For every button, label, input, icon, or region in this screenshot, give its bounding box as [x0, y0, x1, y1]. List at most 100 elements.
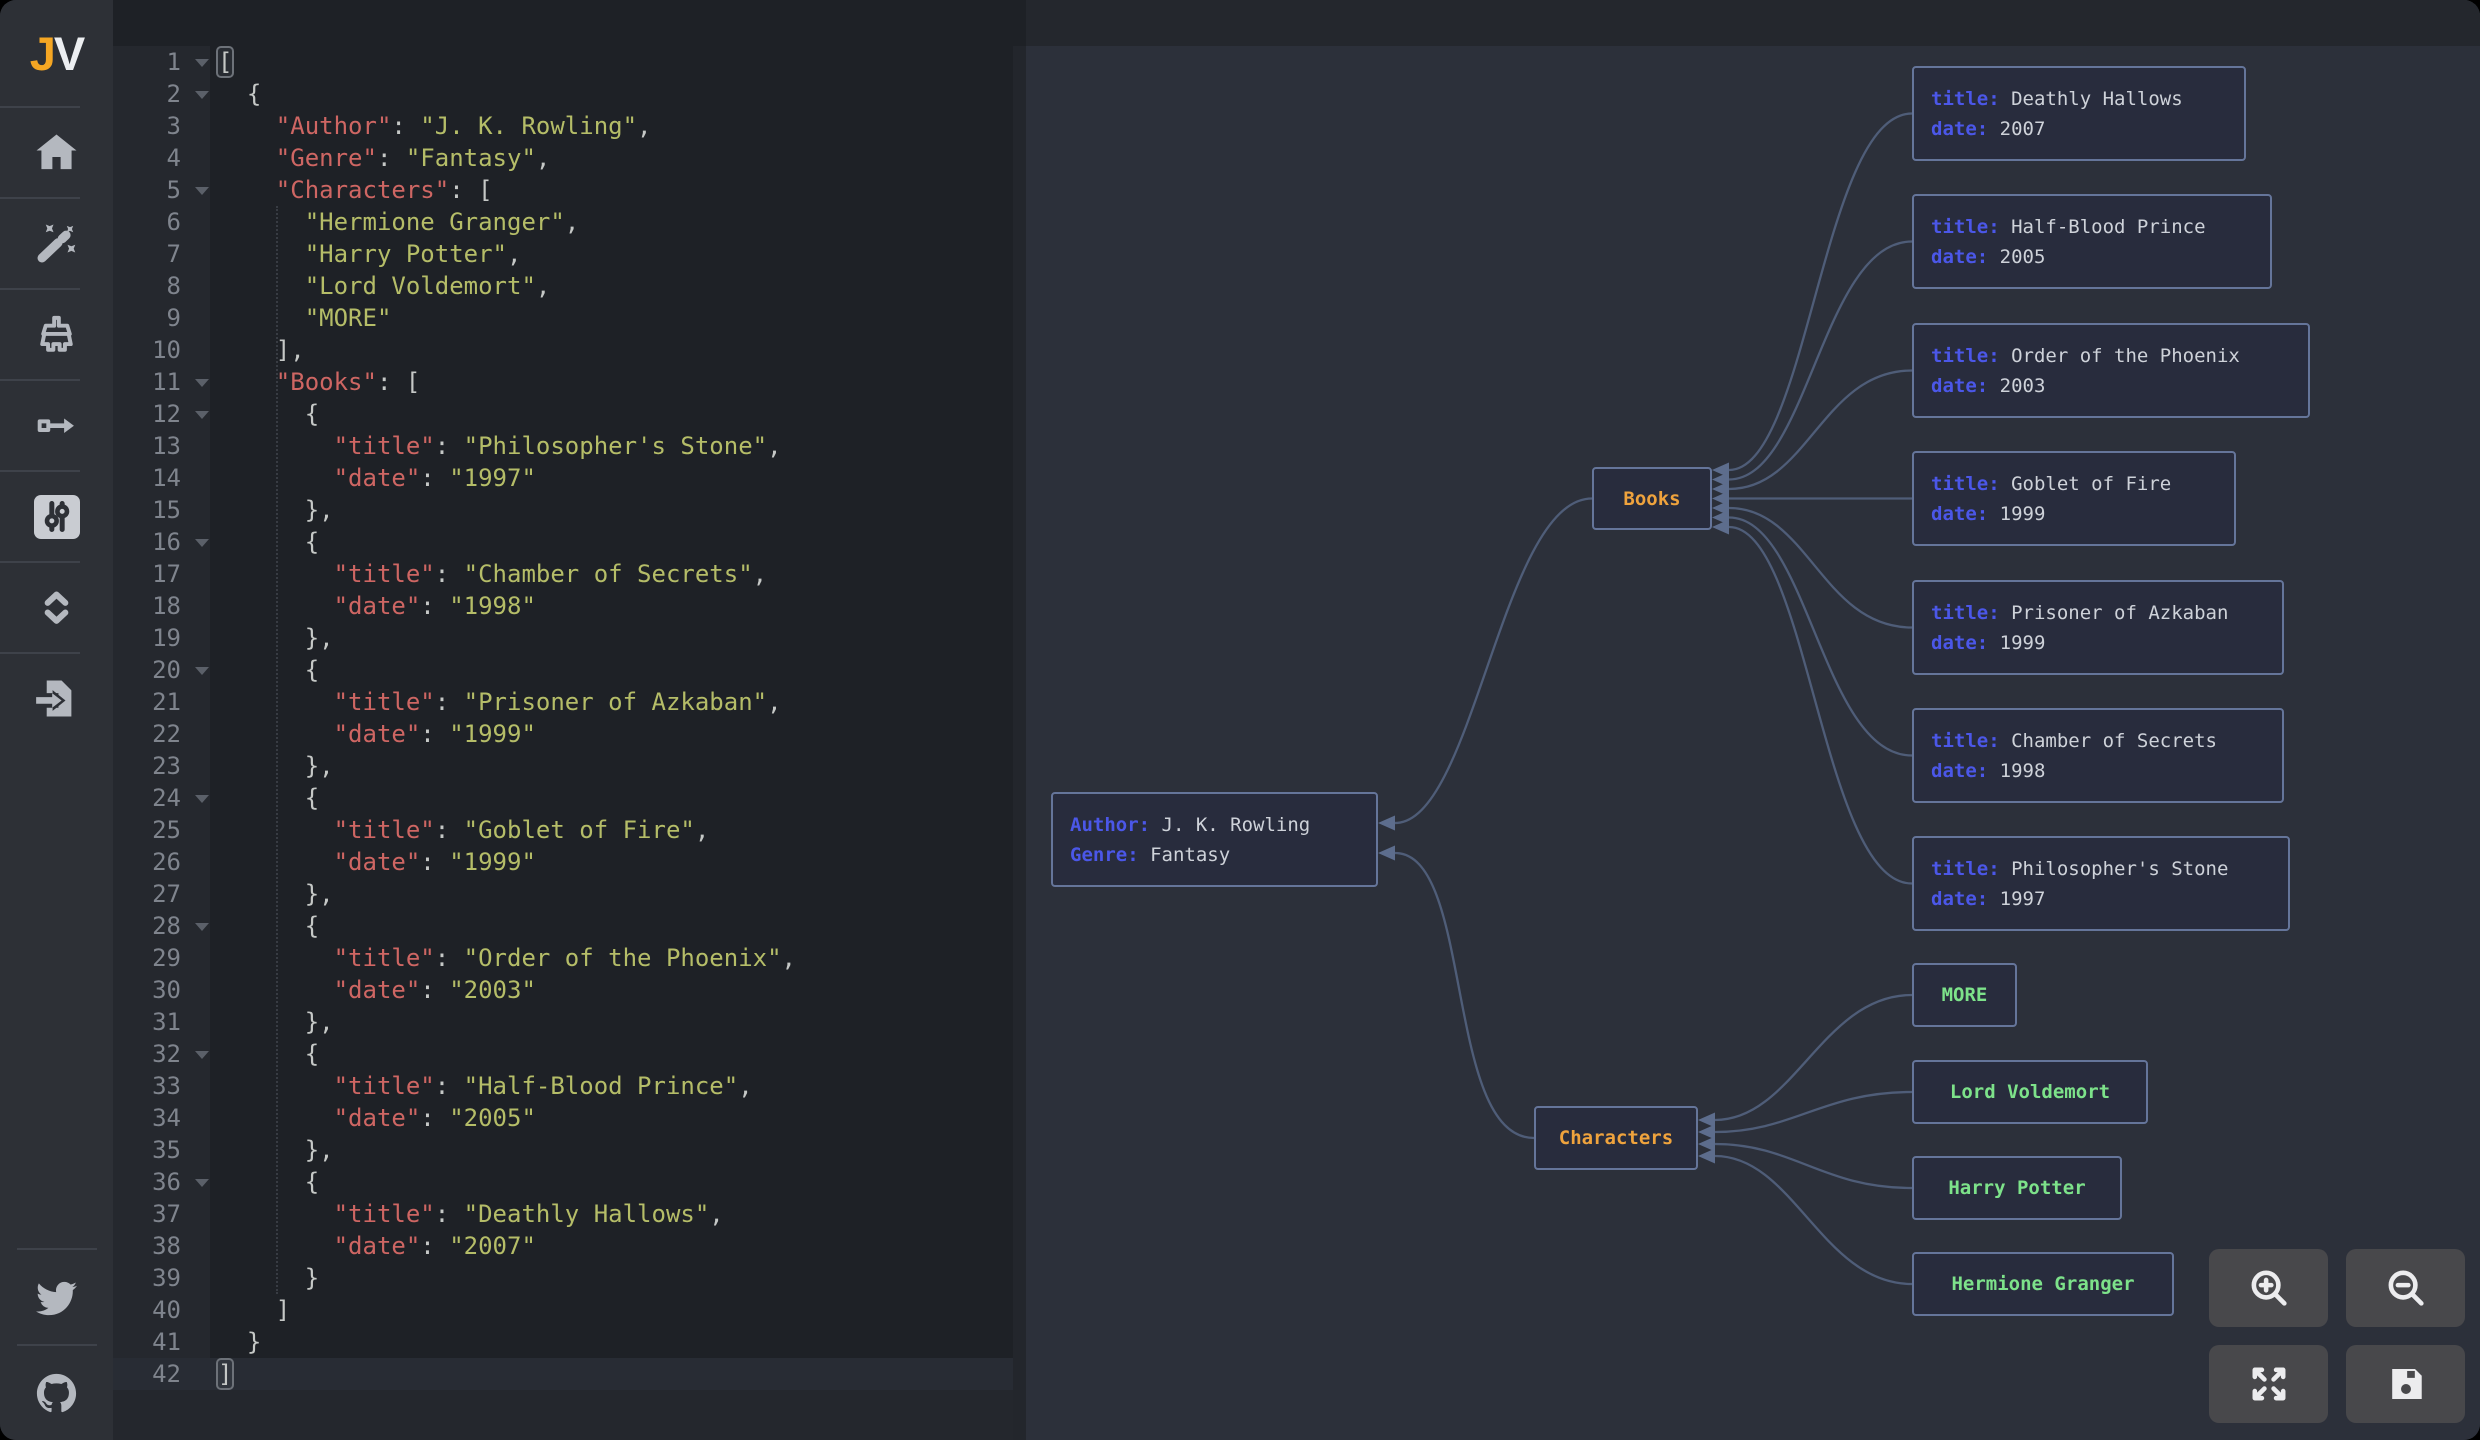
json-punctuation — [218, 240, 305, 268]
sidebar-item-layout-direction[interactable] — [0, 381, 113, 470]
graph-node-char-more[interactable]: MORE — [1912, 963, 2017, 1027]
node-row: Genre: Fantasy — [1053, 840, 1376, 870]
graph-node-book-deathly-hallows[interactable]: title: Deathly Hallowsdate: 2007 — [1912, 66, 2246, 161]
active-item-highlight — [34, 495, 80, 539]
editor-line-6: 6 "Hermione Granger", — [113, 206, 1013, 238]
json-key: "title" — [334, 560, 435, 588]
node-value: 1998 — [1988, 760, 2045, 782]
node-value: 2005 — [1988, 246, 2045, 268]
fold-toggle-icon[interactable] — [195, 59, 209, 67]
node-key: title: — [1931, 216, 2000, 238]
json-punctuation: , — [709, 1200, 723, 1228]
json-punctuation: : — [435, 560, 464, 588]
line-content: "title": "Deathly Hallows", — [218, 1198, 724, 1230]
json-key: "date" — [334, 720, 421, 748]
fold-toggle-icon[interactable] — [195, 1051, 209, 1059]
editor-line-17: 17 "title": "Chamber of Secrets", — [113, 558, 1013, 590]
json-punctuation: ] — [218, 1360, 232, 1388]
edge-arrowhead — [1698, 1137, 1715, 1152]
json-punctuation: , — [507, 240, 521, 268]
line-content: { — [218, 526, 319, 558]
json-punctuation — [218, 144, 276, 172]
fold-toggle-icon[interactable] — [195, 923, 209, 931]
editor-line-11: 11 "Books": [ — [113, 366, 1013, 398]
graph-node-book-chamber-of-secrets[interactable]: title: Chamber of Secretsdate: 1998 — [1912, 708, 2284, 803]
json-editor-pane[interactable]: 1[2 {3 "Author": "J. K. Rowling",4 "Genr… — [113, 0, 1026, 1440]
node-row: date: 2003 — [1914, 371, 2308, 401]
json-key: "date" — [334, 592, 421, 620]
edge-books-to-root — [1395, 499, 1592, 824]
node-row: title: Philosopher's Stone — [1914, 854, 2288, 884]
line-number: 9 — [113, 302, 181, 334]
graph-node-char-harry-potter[interactable]: Harry Potter — [1912, 1156, 2122, 1220]
graph-node-characters[interactable]: Characters — [1534, 1106, 1698, 1170]
zoom-out-button[interactable] — [2346, 1249, 2465, 1327]
line-number: 32 — [113, 1038, 181, 1070]
editor-line-26: 26 "date": "1999" — [113, 846, 1013, 878]
fold-toggle-icon[interactable] — [195, 795, 209, 803]
line-content: ], — [218, 334, 305, 366]
sidebar-item-twitter[interactable] — [0, 1250, 113, 1344]
json-key: "Characters" — [276, 176, 449, 204]
sidebar-item-clean-brush[interactable] — [0, 290, 113, 379]
edge-arrowhead — [1378, 846, 1395, 861]
json-string: "J. K. Rowling" — [420, 112, 637, 140]
home-icon — [33, 129, 80, 176]
json-punctuation — [218, 1200, 334, 1228]
node-key: date: — [1931, 632, 1988, 654]
edge-arrowhead — [1698, 1113, 1715, 1128]
fold-toggle-icon[interactable] — [195, 539, 209, 547]
line-number: 19 — [113, 622, 181, 654]
fold-toggle-icon[interactable] — [195, 379, 209, 387]
sidebar-item-collapse-expand[interactable] — [0, 563, 113, 652]
json-punctuation — [218, 208, 305, 236]
editor-line-21: 21 "title": "Prisoner of Azkaban", — [113, 686, 1013, 718]
json-punctuation — [218, 112, 276, 140]
graph-node-book-half-blood-prince[interactable]: title: Half-Blood Princedate: 2005 — [1912, 194, 2272, 289]
fold-toggle-icon[interactable] — [195, 91, 209, 99]
app-logo[interactable]: JV — [30, 0, 84, 106]
json-punctuation: , — [782, 944, 796, 972]
node-value: 1999 — [1988, 632, 2045, 654]
fullscreen-button[interactable] — [2209, 1345, 2328, 1423]
graph-node-books[interactable]: Books — [1592, 467, 1712, 530]
fold-toggle-icon[interactable] — [195, 187, 209, 195]
editor-line-29: 29 "title": "Order of the Phoenix", — [113, 942, 1013, 974]
line-number: 8 — [113, 270, 181, 302]
graph-node-book-philosophers-stone[interactable]: title: Philosopher's Stonedate: 1997 — [1912, 836, 2290, 931]
sidebar-item-home[interactable] — [0, 108, 113, 197]
sidebar-item-auto-format-wand[interactable] — [0, 199, 113, 288]
graph-canvas[interactable]: Author: J. K. RowlingGenre: Fantasy Books… — [1026, 0, 2480, 1440]
graph-node-char-lord-voldemort[interactable]: Lord Voldemort — [1912, 1060, 2148, 1124]
node-value: 1999 — [1988, 503, 2045, 525]
node-value: Chamber of Secrets — [2000, 730, 2217, 752]
node-key: title: — [1931, 88, 2000, 110]
node-value: Order of the Phoenix — [2000, 345, 2240, 367]
node-key: title: — [1931, 602, 2000, 624]
fold-toggle-icon[interactable] — [195, 411, 209, 419]
json-punctuation — [218, 944, 334, 972]
graph-node-book-goblet-of-fire[interactable]: title: Goblet of Firedate: 1999 — [1912, 451, 2236, 546]
graph-node-book-order-of-the-phoenix[interactable]: title: Order of the Phoenixdate: 2003 — [1912, 323, 2310, 418]
fold-toggle-icon[interactable] — [195, 1179, 209, 1187]
zoom-in-button[interactable] — [2209, 1249, 2328, 1327]
line-number: 7 — [113, 238, 181, 270]
graph-node-root[interactable]: Author: J. K. RowlingGenre: Fantasy — [1051, 792, 1378, 887]
json-punctuation: { — [218, 656, 319, 684]
graph-node-char-hermione-granger[interactable]: Hermione Granger — [1912, 1252, 2174, 1316]
sidebar-item-import-file[interactable] — [0, 654, 113, 743]
save-button[interactable] — [2346, 1345, 2465, 1423]
editor-line-42: 42] — [113, 1358, 1013, 1390]
json-key: "title" — [334, 816, 435, 844]
node-value: 1997 — [1988, 888, 2045, 910]
sidebar-item-settings-sliders[interactable] — [0, 472, 113, 561]
sidebar-item-github[interactable] — [0, 1346, 113, 1440]
editor-line-14: 14 "date": "1997" — [113, 462, 1013, 494]
editor-line-25: 25 "title": "Goblet of Fire", — [113, 814, 1013, 846]
json-punctuation: : — [377, 144, 406, 172]
line-number: 4 — [113, 142, 181, 174]
line-number: 29 — [113, 942, 181, 974]
graph-node-book-prisoner-of-azkaban[interactable]: title: Prisoner of Azkabandate: 1999 — [1912, 580, 2284, 675]
node-value: Deathly Hallows — [2000, 88, 2183, 110]
fold-toggle-icon[interactable] — [195, 667, 209, 675]
